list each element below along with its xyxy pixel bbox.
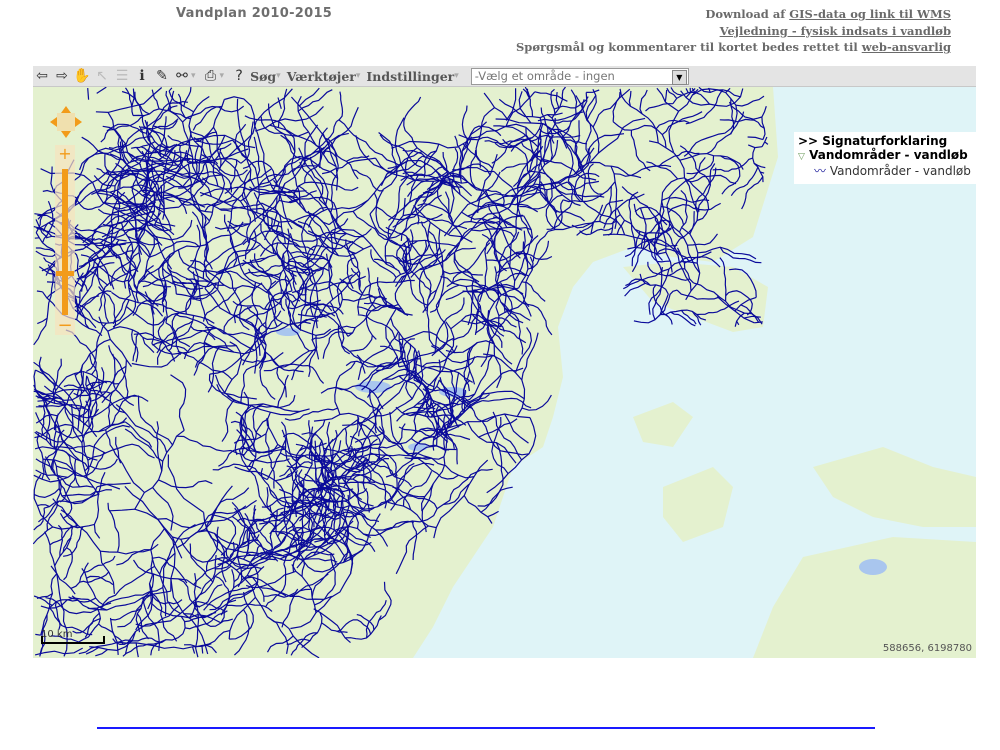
- island: [633, 402, 693, 447]
- list-icon[interactable]: ☰: [113, 67, 131, 85]
- web-responsible-link[interactable]: web-ansvarlig: [862, 40, 951, 54]
- dropdown-arrow-icon[interactable]: ▼: [671, 69, 687, 85]
- legend-panel: >> Signaturforklaring ▽ Vandområder - va…: [794, 132, 976, 184]
- island: [663, 467, 733, 542]
- info-icon[interactable]: ℹ: [133, 67, 151, 85]
- chevron-down-icon: ▾: [276, 71, 281, 81]
- menu-search[interactable]: Søg: [250, 69, 276, 84]
- chevron-down-icon[interactable]: ▾: [220, 71, 225, 81]
- print-icon[interactable]: ⎙: [202, 67, 220, 85]
- river-line-icon: 〰: [814, 164, 827, 178]
- legend-layer-group[interactable]: ▽ Vandområder - vandløb: [798, 148, 976, 162]
- chevron-down-icon: ▾: [355, 71, 361, 81]
- river: [36, 290, 43, 293]
- help-icon[interactable]: ?: [230, 67, 248, 85]
- divider-line: [97, 727, 875, 729]
- header-links: Download af GIS-data og link til WMS Vej…: [516, 6, 951, 56]
- triangle-down-icon: ▽: [798, 152, 805, 162]
- svg-text:−: −: [57, 315, 72, 335]
- chevron-down-icon: ▾: [454, 71, 459, 81]
- link-line-guide: Vejledning - fysisk indsats i vandløb: [516, 23, 951, 40]
- area-select-value: -Vælg et område - ingen: [474, 69, 615, 83]
- pan-hand-icon[interactable]: ✋: [73, 67, 91, 85]
- legend-heading[interactable]: >> Signaturforklaring: [798, 134, 976, 148]
- river: [35, 633, 41, 636]
- menu-tools[interactable]: Værktøjer: [287, 69, 356, 84]
- link-line-gis: Download af GIS-data og link til WMS: [705, 7, 951, 21]
- binoculars-icon[interactable]: ⚯: [173, 67, 191, 85]
- forward-arrow-icon[interactable]: ⇨: [53, 67, 71, 85]
- land-area: [813, 447, 976, 527]
- river: [624, 282, 646, 297]
- guide-link[interactable]: Vejledning - fysisk indsats i vandløb: [720, 24, 951, 38]
- measure-icon[interactable]: ✎: [153, 67, 171, 85]
- land-area: [753, 537, 976, 658]
- pan-control[interactable]: [49, 105, 83, 139]
- page-title: Vandplan 2010-2015: [176, 6, 333, 21]
- select-icon[interactable]: ↖: [93, 67, 111, 85]
- legend-layer-item: 〰 Vandområder - vandløb: [814, 164, 971, 178]
- chevron-down-icon[interactable]: ▾: [191, 71, 196, 81]
- lake: [859, 559, 887, 575]
- menu-settings[interactable]: Indstillinger: [366, 69, 454, 84]
- land-area: [623, 262, 768, 332]
- map-view[interactable]: + − >> Signaturforklaring ▽ Vandområder …: [33, 87, 976, 658]
- area-select[interactable]: -Vælg et område - ingen ▼: [470, 67, 689, 85]
- river: [201, 646, 204, 654]
- map-toolbar: ⇦ ⇨ ✋ ↖ ☰ ℹ ✎ ⚯ ▾ ⎙ ▾ ? Søg ▾ Værktøjer ▾ In…: [33, 66, 976, 87]
- gis-data-link[interactable]: GIS-data og link til WMS: [789, 7, 951, 21]
- coordinate-readout: 588656, 6198780: [882, 643, 972, 654]
- zoom-slider[interactable]: + −: [55, 145, 75, 335]
- link-line-contact: Spørgsmål og kommentarer til kortet bede…: [515, 40, 951, 54]
- scale-bar: [41, 636, 105, 644]
- svg-text:+: +: [58, 145, 71, 163]
- back-arrow-icon[interactable]: ⇦: [33, 67, 51, 85]
